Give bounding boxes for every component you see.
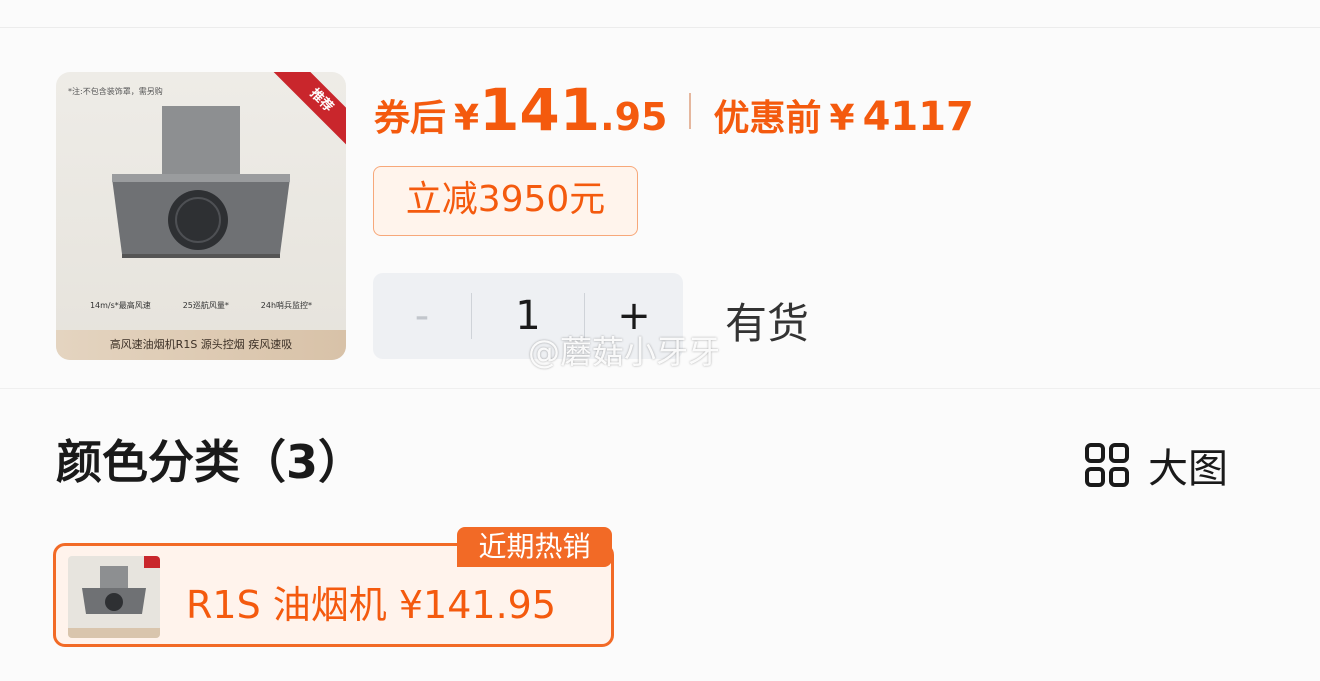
feature-item: 24h哨兵监控* [260, 301, 313, 310]
stock-status: 有货 [725, 299, 810, 348]
image-note: *注:不包含装饰罩，需另购 [68, 87, 163, 96]
after-coupon-price-dec: .95 [600, 95, 668, 139]
feature-list: 14m/s*最高风速 25巡航风量* 24h哨兵监控* [56, 300, 346, 311]
top-divider [0, 27, 1320, 28]
price-row: 券后 ¥ 141 .95 优惠前 ¥ 4117 [374, 76, 974, 146]
range-hood-illustration [112, 106, 290, 258]
discount-tag: 立减3950元 [373, 166, 638, 236]
big-view-label: 大图 [1148, 446, 1228, 492]
variant-label: R1S 油烟机 ¥141.95 [186, 583, 556, 627]
currency-symbol: ¥ [829, 98, 855, 139]
thumbnail-caption-bar [68, 628, 160, 638]
variants-section-title: 颜色分类（3） [56, 435, 365, 489]
range-hood-illustration [82, 566, 146, 614]
decrease-button[interactable]: - [373, 293, 471, 339]
grid-icon [1085, 443, 1129, 487]
recommend-tag [144, 556, 160, 568]
hot-sale-badge: 近期热销 [457, 527, 612, 567]
currency-symbol: ¥ [454, 98, 480, 139]
variant-thumbnail [68, 556, 160, 638]
product-image[interactable]: *注:不包含装饰罩，需另购 推荐 14m/s*最高风速 25巡航风量* 24h哨… [56, 72, 346, 360]
feature-item: 25巡航风量* [182, 301, 229, 310]
watermark: @蘑菇小牙牙 [528, 333, 721, 371]
original-price-value: 4117 [862, 94, 974, 140]
feature-item: 14m/s*最高风速 [89, 301, 151, 310]
image-caption: 高风速油烟机R1S 源头控烟 疾风速吸 [56, 330, 346, 360]
original-price-label: 优惠前 [713, 98, 822, 139]
after-coupon-label: 券后 [374, 98, 447, 139]
big-view-toggle[interactable]: 大图 [1084, 436, 1228, 494]
price-separator [689, 93, 692, 129]
after-coupon-price-int: 141 [479, 76, 601, 144]
section-divider [0, 388, 1320, 389]
